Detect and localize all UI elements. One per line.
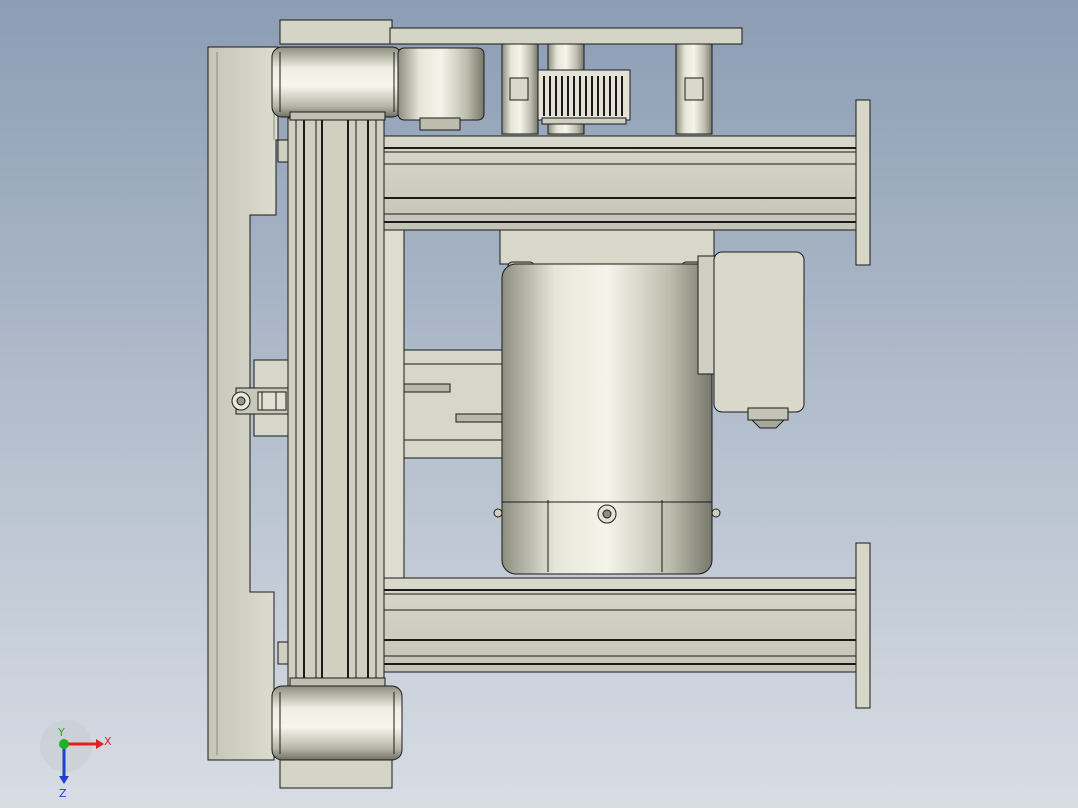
idler-pulley[interactable] xyxy=(397,47,485,131)
terminal-box[interactable] xyxy=(697,251,805,429)
electric-motor[interactable] xyxy=(493,263,721,575)
timing-gear[interactable] xyxy=(537,69,631,125)
z-axis-label: Z xyxy=(59,787,67,800)
x-axis-label: X xyxy=(104,735,112,748)
y-axis-dot xyxy=(59,739,69,749)
vertical-extrusion[interactable] xyxy=(277,117,385,693)
bottom-drive-roller[interactable] xyxy=(271,677,403,789)
cad-viewport[interactable]: X Y Z xyxy=(0,0,1078,808)
standoff-post-left[interactable] xyxy=(501,43,539,135)
model-canvas[interactable]: X Y Z xyxy=(0,0,1078,808)
y-axis-label: Y xyxy=(57,726,65,739)
standoff-post-right[interactable] xyxy=(675,43,713,135)
top-drive-roller[interactable] xyxy=(271,46,403,121)
